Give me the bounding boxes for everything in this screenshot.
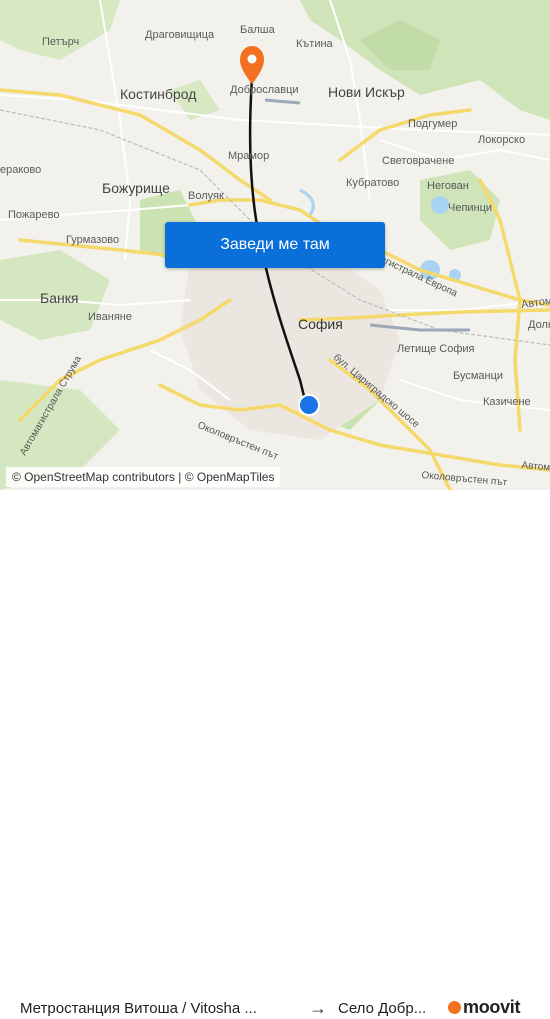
- origin-label: Метростанция Витоша / Vitosha ...: [20, 1000, 257, 1017]
- place-kazichene: Казичене: [483, 396, 531, 408]
- place-airport: Летище София: [397, 343, 475, 355]
- place-erakovo: ераково: [0, 164, 42, 176]
- destination-label: Село Добр...: [338, 1000, 427, 1017]
- place-ivanyane: Иваняне: [88, 311, 132, 323]
- place-balsha: Балша: [240, 24, 275, 36]
- place-novi-iskar: Нови Искър: [328, 84, 405, 100]
- moovit-logo[interactable]: moovit: [448, 997, 521, 1018]
- place-doln: Долн: [528, 319, 550, 331]
- place-dobroslavtsi: Доброславци: [230, 84, 299, 96]
- take-me-there-button[interactable]: Заведи ме там: [165, 222, 385, 268]
- place-podgumer: Подгумер: [408, 118, 458, 130]
- moovit-logo-text: moovit: [463, 997, 521, 1017]
- place-svetovrachene: Световрачене: [382, 155, 455, 167]
- place-mramor: Мрамор: [228, 150, 270, 162]
- place-bozhurishte: Божурище: [102, 180, 170, 196]
- place-sofia: София: [298, 316, 343, 332]
- place-kostinbrod: Костинброд: [120, 86, 197, 102]
- map-attribution[interactable]: © OpenStreetMap contributors | © OpenMap…: [6, 467, 281, 487]
- place-katina: Кътина: [296, 38, 333, 50]
- destination-pin-icon: [240, 46, 264, 84]
- place-petarch: Петърч: [42, 36, 80, 48]
- place-negovan: Негован: [427, 180, 469, 192]
- moovit-logo-icon: [448, 1001, 461, 1014]
- map-view[interactable]: Балша Петърч Драговищица Кътина Костинбр…: [0, 0, 550, 490]
- place-chepintsi: Чепинци: [448, 202, 493, 214]
- place-dragovishtitsa: Драговищица: [145, 29, 215, 41]
- place-lokorsko: Локорско: [478, 134, 526, 146]
- origin-dot-icon: [298, 394, 320, 416]
- place-busmantsi: Бусманци: [453, 370, 504, 382]
- place-pozharevo: Пожарево: [8, 209, 60, 221]
- route-footer: Метростанция Витоша / Vitosha ... → Село…: [0, 490, 550, 1018]
- place-voluyak: Волуяк: [188, 190, 224, 202]
- place-gurmazovo: Гурмазово: [66, 234, 120, 246]
- place-bankya: Банкя: [40, 290, 79, 306]
- arrow-right-icon: →: [309, 998, 327, 1018]
- place-kubratovo: Кубратово: [346, 177, 400, 189]
